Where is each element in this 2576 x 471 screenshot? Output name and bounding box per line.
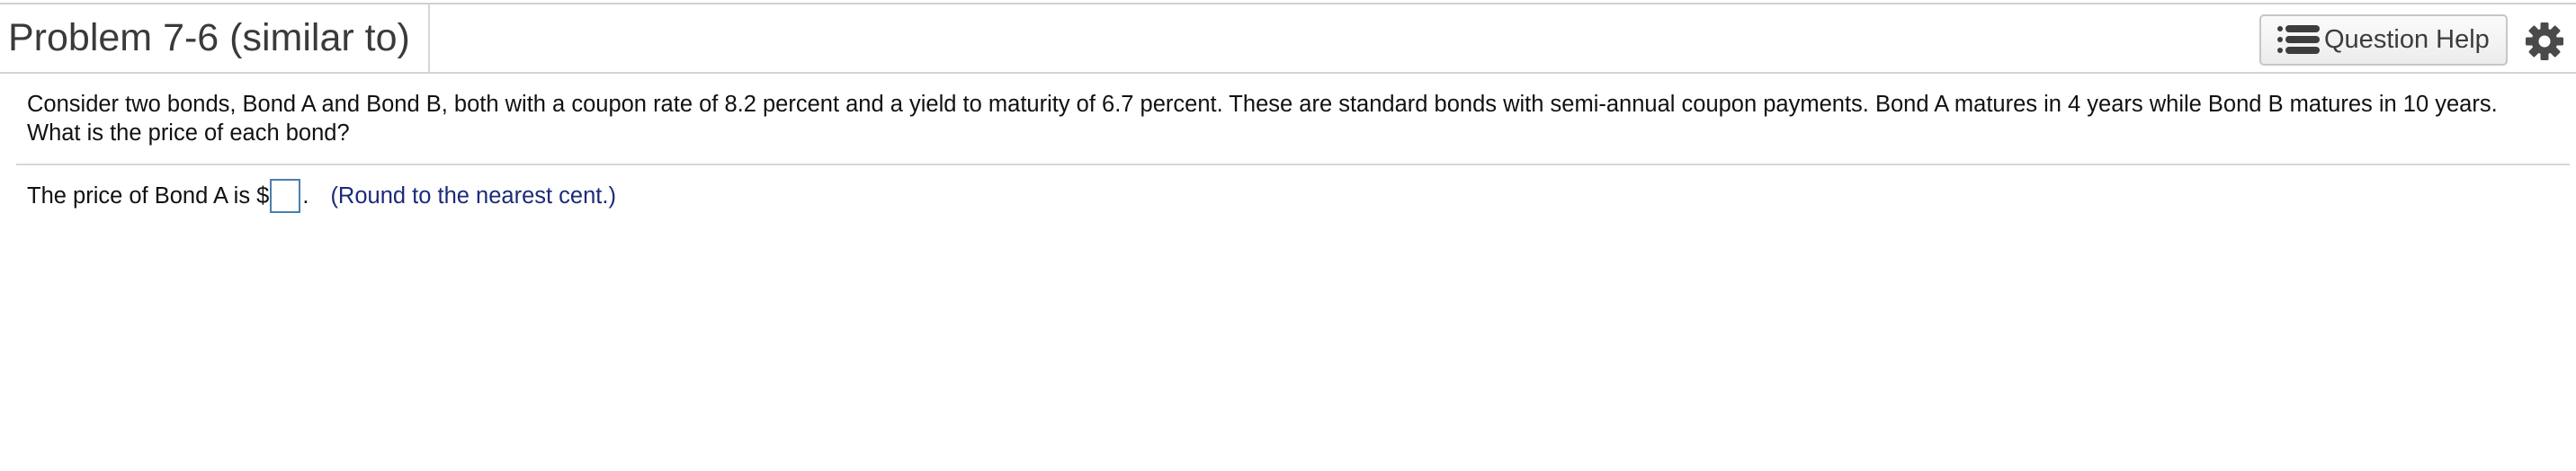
page-title: Problem 7-6 (similar to): [8, 16, 410, 59]
section-divider: [16, 164, 2570, 165]
gear-icon[interactable]: [2525, 22, 2564, 61]
bond-a-price-input[interactable]: [270, 179, 301, 213]
answer-prefix: The price of Bond A is $: [27, 182, 270, 209]
rounding-hint: (Round to the nearest cent.): [330, 182, 616, 209]
list-icon: [2277, 24, 2320, 54]
answer-row: The price of Bond A is $ . (Round to the…: [27, 177, 616, 215]
question-text: Consider two bonds, Bond A and Bond B, b…: [27, 92, 2498, 146]
question-help-button[interactable]: Question Help: [2259, 14, 2508, 66]
page: Problem 7-6 (similar to) Question Help C…: [0, 0, 2576, 471]
answer-suffix: .: [302, 182, 309, 209]
header-bar: Problem 7-6 (similar to) Question Help: [0, 4, 2576, 74]
question-help-label: Question Help: [2324, 25, 2490, 54]
title-box: Problem 7-6 (similar to): [0, 4, 430, 72]
